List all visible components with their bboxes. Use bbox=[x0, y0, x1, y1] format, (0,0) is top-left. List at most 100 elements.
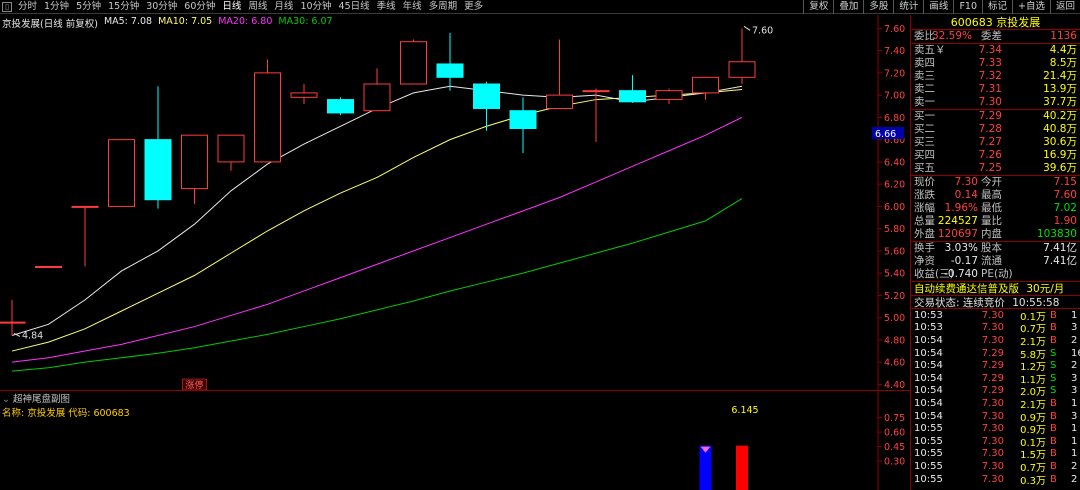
book-volume: 37.7万 bbox=[1043, 96, 1077, 108]
candle[interactable] bbox=[254, 59, 281, 163]
candle[interactable] bbox=[108, 139, 135, 207]
book-volume: 39.6万 bbox=[1043, 162, 1077, 174]
period-tab[interactable]: 5分钟 bbox=[73, 0, 105, 14]
candle[interactable] bbox=[181, 134, 208, 205]
candle[interactable] bbox=[71, 205, 99, 267]
book-row[interactable]: 买四 7.26 16.9万 bbox=[911, 149, 1080, 162]
tick-row: 10:54 7.29 1.1万 S 3 bbox=[911, 372, 1080, 386]
candle[interactable] bbox=[509, 97, 537, 153]
tick-direction: B bbox=[1050, 397, 1057, 409]
candle[interactable] bbox=[692, 76, 719, 100]
book-volume: 4.4万 bbox=[1049, 44, 1077, 56]
tick-row: 10:53 7.30 0.7万 B 3 bbox=[911, 322, 1080, 335]
candle[interactable] bbox=[728, 28, 756, 84]
toolbar-button[interactable]: F10 bbox=[953, 0, 982, 14]
ad-text: 自动续费通达信普及版 bbox=[914, 283, 1019, 295]
quote-panel: 600683 京投发展 委比 32.59% 委差 1136 卖五￥ 7.34 4.4… bbox=[910, 15, 1080, 490]
toolbar-button[interactable]: 统计 bbox=[893, 0, 923, 14]
quote-value: 7.60 bbox=[1053, 189, 1077, 201]
book-level-label: 买三 bbox=[914, 136, 935, 148]
toolbar-button[interactable]: 多股 bbox=[863, 0, 893, 14]
toolbar-button[interactable]: 返回 bbox=[1049, 0, 1080, 14]
period-toolbar: ▯ 分时 1分钟 5分钟 15分钟 30分钟 60分钟 日线 周线 月线 10分钟 45日线 季线 年线… bbox=[0, 0, 1080, 14]
toolbar-button[interactable]: 复权 bbox=[803, 0, 833, 14]
toolbar-button[interactable]: +自选 bbox=[1012, 0, 1050, 14]
fund-label: 净资 bbox=[914, 255, 935, 267]
candle[interactable] bbox=[436, 32, 464, 91]
candle-body bbox=[473, 83, 500, 109]
period-tab[interactable]: 更多 bbox=[461, 0, 487, 14]
candle[interactable] bbox=[217, 134, 245, 171]
book-row[interactable]: 买一 7.29 40.2万 bbox=[911, 110, 1080, 123]
ma30-line bbox=[11, 198, 743, 372]
period-tab[interactable]: 年线 bbox=[400, 0, 426, 14]
tick-row: 10:55 7.30 0.9万 B 1 bbox=[911, 422, 1080, 436]
tick-list[interactable]: 10:53 7.30 0.1万 B 1 10:53 7.30 0.7万 B 3 10:54 7.30 2… bbox=[911, 309, 1080, 487]
ad-banner[interactable]: 自动续费通达信普及版 30元/月 bbox=[911, 281, 1080, 295]
candle[interactable] bbox=[363, 68, 391, 112]
candle[interactable] bbox=[619, 75, 646, 103]
book-level-label: 买四 bbox=[914, 149, 935, 161]
candle-body bbox=[363, 83, 391, 112]
book-row[interactable]: 买二 7.28 40.8万 bbox=[911, 123, 1080, 136]
candle-body bbox=[327, 99, 354, 114]
book-price: 7.33 bbox=[978, 57, 1002, 69]
period-tab[interactable]: 10分钟 bbox=[297, 0, 335, 14]
ad-price: 30元/月 bbox=[1026, 283, 1065, 295]
tick-count: 2 bbox=[1071, 334, 1078, 346]
quote-value: 7.02 bbox=[1053, 202, 1077, 214]
period-tab[interactable]: 日线 bbox=[219, 0, 245, 14]
period-tab[interactable]: 1分钟 bbox=[41, 0, 73, 14]
quote-label: 最高 bbox=[981, 189, 1002, 201]
toolbar-button[interactable]: 画线 bbox=[923, 0, 953, 14]
book-row[interactable]: 卖四 7.33 8.5万 bbox=[911, 57, 1080, 70]
kline-chart-svg[interactable]: 7.607.407.207.006.806.606.406.206.005.80… bbox=[0, 15, 910, 390]
period-tab[interactable]: 15分钟 bbox=[105, 0, 143, 14]
candle[interactable] bbox=[546, 39, 573, 109]
book-row[interactable]: 买五 7.25 39.6万 bbox=[911, 162, 1080, 175]
book-price: 7.34 bbox=[978, 44, 1002, 56]
candle-body bbox=[108, 139, 135, 207]
toolbar-button[interactable]: 标记 bbox=[982, 0, 1012, 14]
candle[interactable] bbox=[400, 39, 427, 85]
tick-price: 7.29 bbox=[981, 347, 1004, 359]
period-tab[interactable]: 30分钟 bbox=[143, 0, 181, 14]
book-row[interactable]: 卖一 7.30 37.7万 bbox=[911, 96, 1080, 109]
candle[interactable] bbox=[327, 97, 354, 116]
candle[interactable] bbox=[290, 83, 318, 105]
tick-count: 3 bbox=[1071, 322, 1078, 334]
menu-box-icon[interactable]: ▯ bbox=[2, 1, 12, 12]
tick-time: 10:54 bbox=[914, 410, 943, 422]
quote-label: 今开 bbox=[981, 176, 1002, 188]
sub-y-tick-label: 0.30 bbox=[884, 457, 905, 468]
book-level-label: 卖五￥ bbox=[914, 44, 946, 56]
candle[interactable] bbox=[35, 265, 62, 268]
tick-count: 16 bbox=[1071, 347, 1080, 359]
toolbar-button[interactable]: 叠加 bbox=[833, 0, 863, 14]
period-tab[interactable]: 多周期 bbox=[426, 0, 462, 14]
book-row[interactable]: 卖二 7.31 13.9万 bbox=[911, 83, 1080, 96]
quote-label: 涨跌 bbox=[914, 189, 935, 201]
candle[interactable] bbox=[144, 86, 172, 209]
book-price: 7.27 bbox=[978, 136, 1002, 148]
tick-price: 7.30 bbox=[981, 334, 1004, 346]
period-tab[interactable]: 45日线 bbox=[336, 0, 374, 14]
high-label: 7.60 bbox=[752, 25, 773, 36]
book-row[interactable]: 卖三 7.32 21.4万 bbox=[911, 70, 1080, 83]
candle[interactable] bbox=[655, 88, 683, 105]
book-row[interactable]: 买三 7.27 30.6万 bbox=[911, 136, 1080, 149]
expand-icon[interactable]: ⌄ bbox=[2, 394, 13, 405]
kline-chart-area[interactable]: 7.60 7.40 7.20 7.00 6.80 6.60 6.40 6.20 6.00 5.80… bbox=[0, 15, 910, 390]
book-row[interactable]: 卖五￥ 7.34 4.4万 bbox=[911, 44, 1080, 57]
tick-direction: B bbox=[1050, 410, 1057, 422]
period-tab[interactable]: 季线 bbox=[374, 0, 400, 14]
period-tab[interactable]: 月线 bbox=[271, 0, 297, 14]
tick-count: 1 bbox=[1071, 397, 1078, 409]
book-price: 7.26 bbox=[978, 149, 1002, 161]
period-tab[interactable]: 分时 bbox=[15, 0, 41, 14]
period-tab[interactable]: 60分钟 bbox=[181, 0, 219, 14]
y-tick-label: 6.40 bbox=[884, 157, 905, 168]
tick-price: 7.30 bbox=[981, 322, 1004, 334]
sub-chart-svg[interactable]: 0.75 0.60 0.45 0.30 6.145 bbox=[0, 390, 910, 490]
period-tab[interactable]: 周线 bbox=[245, 0, 271, 14]
